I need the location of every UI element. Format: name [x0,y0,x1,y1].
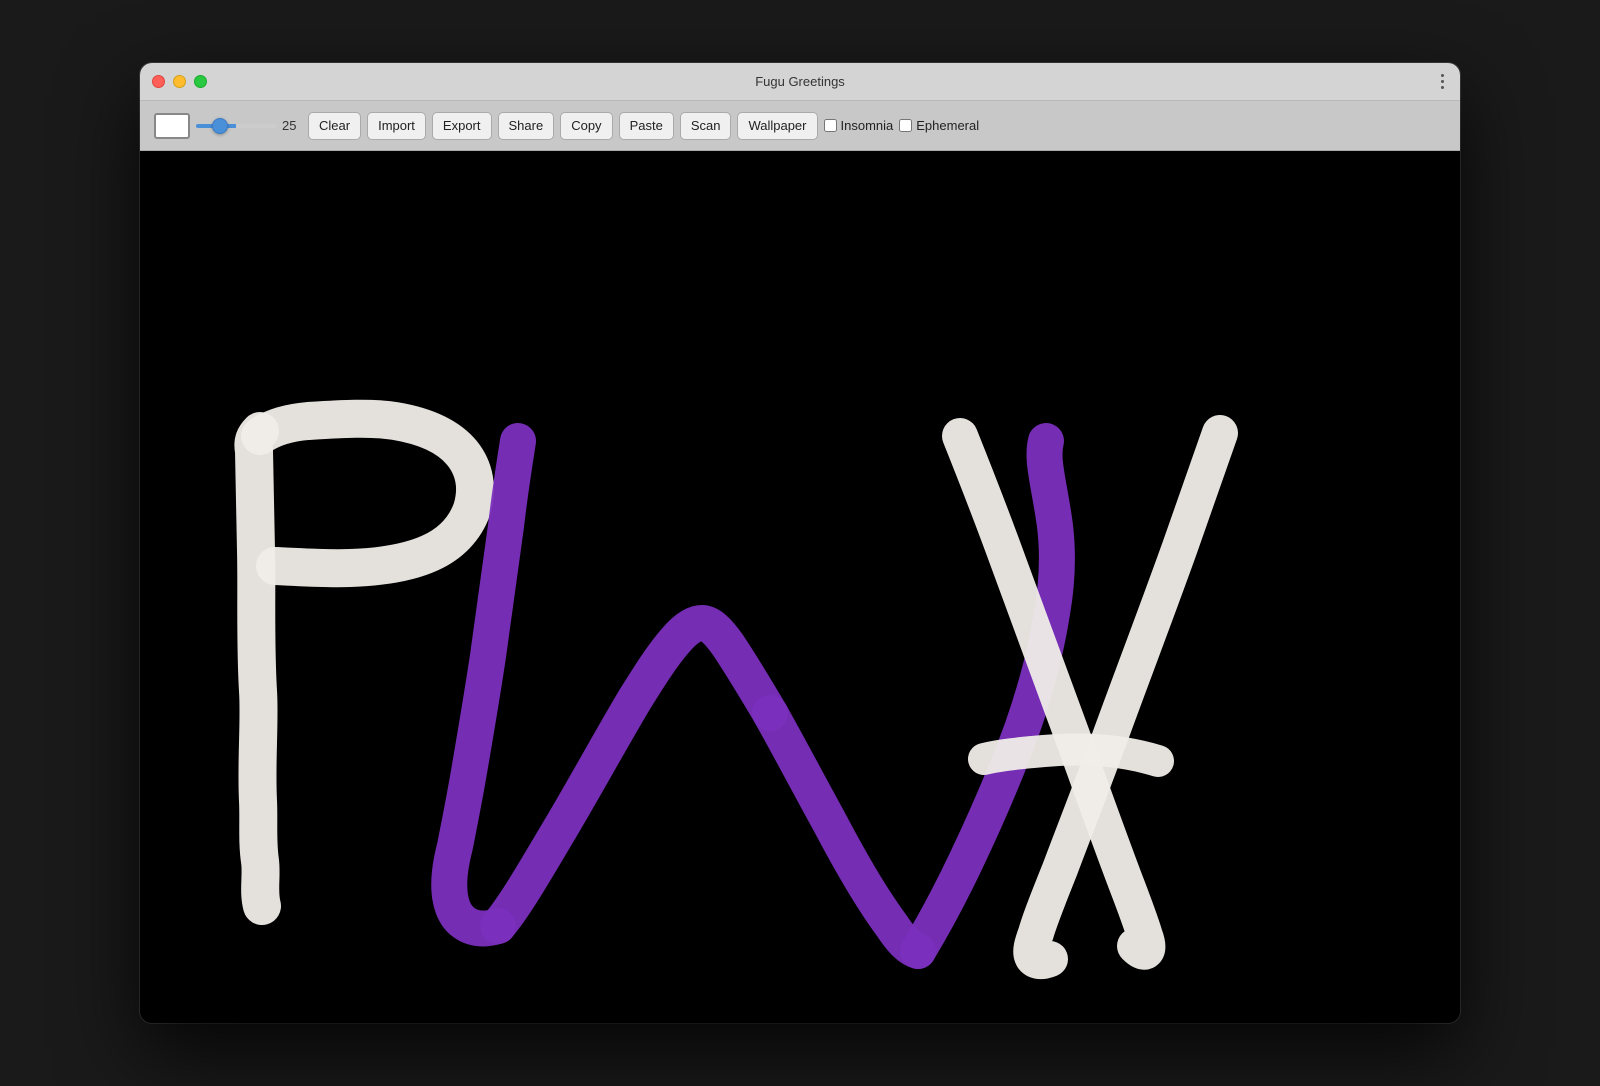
insomnia-checkbox[interactable] [824,119,837,132]
share-button[interactable]: Share [498,112,555,140]
close-button[interactable] [152,75,165,88]
minimize-button[interactable] [173,75,186,88]
maximize-button[interactable] [194,75,207,88]
import-button[interactable]: Import [367,112,426,140]
export-button[interactable]: Export [432,112,492,140]
titlebar: Fugu Greetings [140,63,1460,101]
clear-button[interactable]: Clear [308,112,361,140]
dot-icon [1441,80,1444,83]
copy-button[interactable]: Copy [560,112,612,140]
brush-size-control: 25 [196,118,302,133]
ephemeral-label[interactable]: Ephemeral [899,118,979,133]
drawing-canvas-area[interactable] [140,151,1460,1023]
letter-a [960,433,1220,961]
dot-icon [1441,86,1444,89]
more-menu-button[interactable] [1437,70,1448,93]
traffic-lights [152,75,207,88]
letter-w [449,441,1057,951]
dot-icon [1441,74,1444,77]
insomnia-text: Insomnia [841,118,894,133]
ephemeral-checkbox[interactable] [899,119,912,132]
brush-size-value: 25 [282,118,302,133]
color-swatch[interactable] [154,113,190,139]
drawing-svg[interactable] [140,151,1460,1023]
brush-size-slider[interactable] [196,124,276,128]
window-title: Fugu Greetings [755,74,845,89]
toolbar: 25 Clear Import Export Share Copy Paste … [140,101,1460,151]
insomnia-label[interactable]: Insomnia [824,118,894,133]
wallpaper-button[interactable]: Wallpaper [737,112,817,140]
scan-button[interactable]: Scan [680,112,732,140]
paste-button[interactable]: Paste [619,112,674,140]
ephemeral-text: Ephemeral [916,118,979,133]
app-window: Fugu Greetings 25 Clear Import Export Sh… [140,63,1460,1023]
